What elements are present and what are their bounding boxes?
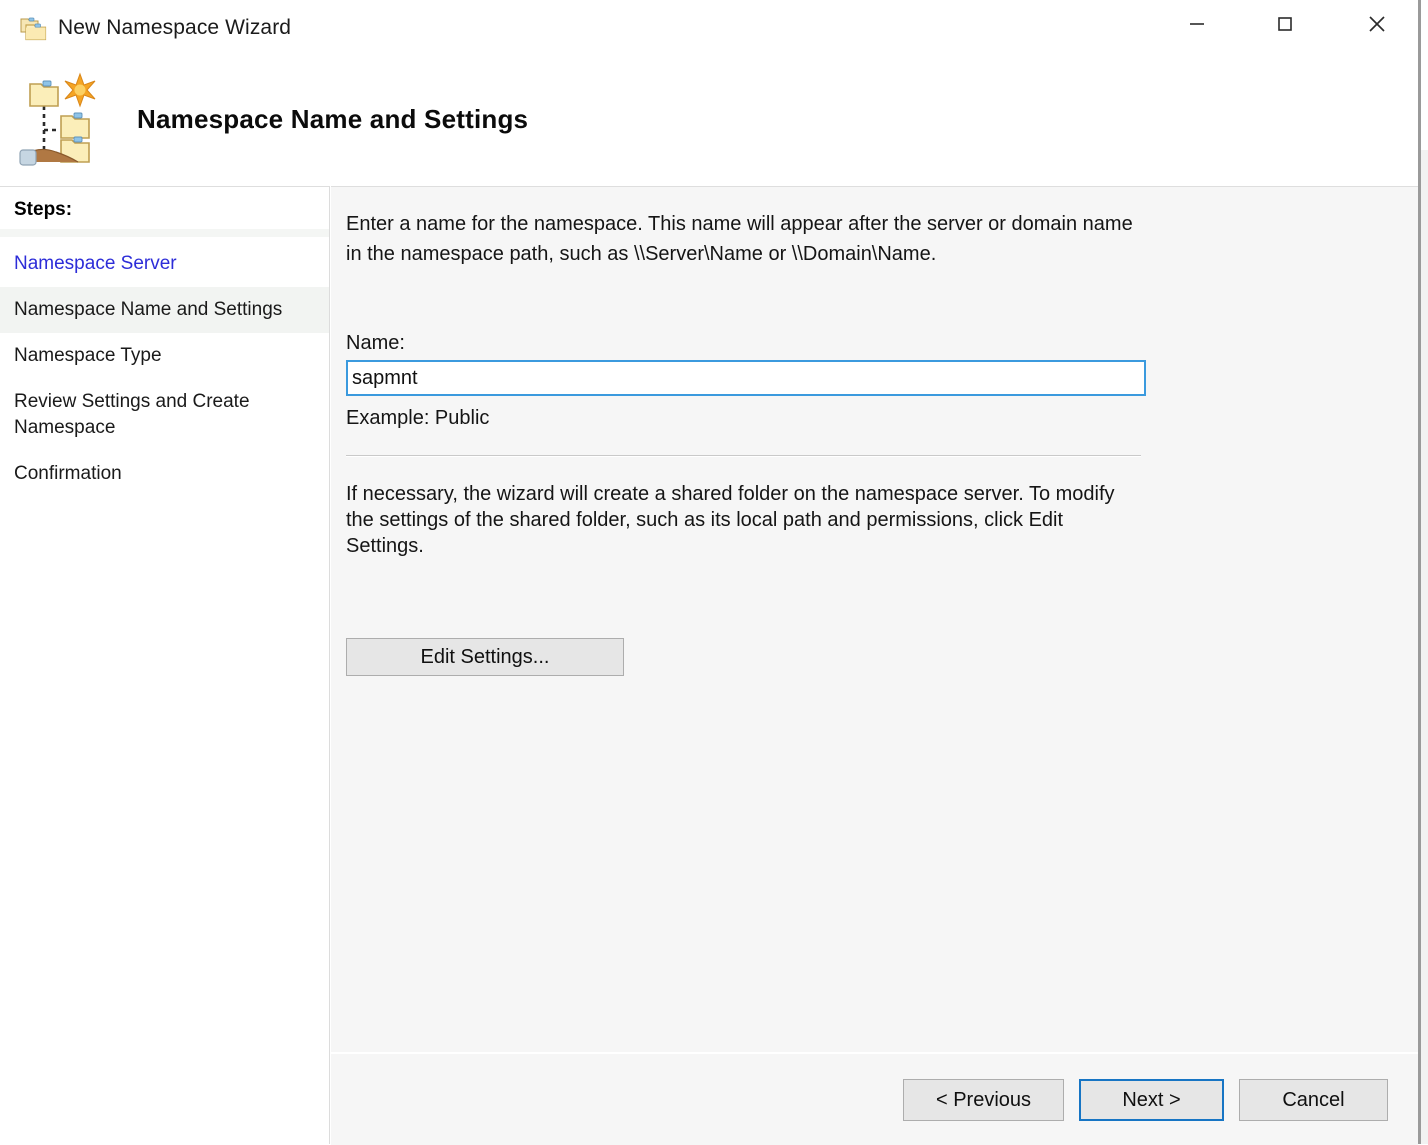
namespace-name-input[interactable] [346, 360, 1146, 396]
sidebar-item-review-settings-and-create-namespace: Review Settings and Create Namespace [14, 391, 250, 438]
steps-divider [0, 229, 329, 237]
wizard-footer: < Previous Next > Cancel [331, 1052, 1418, 1144]
example-hint: Example: Public [346, 407, 490, 429]
name-field-label: Name: [346, 332, 405, 354]
window-title: New Namespace Wizard [58, 16, 292, 39]
section-divider [346, 455, 1141, 456]
background-window-sliver [1419, 0, 1428, 1144]
dialog-right-edge [1419, 0, 1421, 1144]
next-button[interactable]: Next > [1079, 1079, 1224, 1121]
previous-button[interactable]: < Previous [903, 1079, 1064, 1121]
sidebar-item-confirmation: Confirmation [14, 463, 122, 484]
namespace-tree-share-icon [14, 68, 110, 168]
shared-folder-description: If necessary, the wizard will create a s… [346, 483, 1115, 557]
maximize-button[interactable] [1253, 0, 1317, 48]
maximize-icon [1278, 17, 1292, 31]
steps-list: Namespace Server Namespace Name and Sett… [0, 241, 329, 497]
sidebar-item-namespace-name-and-settings[interactable]: Namespace Name and Settings [0, 287, 329, 333]
minimize-icon [1190, 23, 1204, 25]
wizard-header: Namespace Name and Settings [0, 60, 1418, 186]
content-pane: Enter a name for the namespace. This nam… [331, 186, 1418, 1145]
new-namespace-wizard-dialog: New Namespace Wizard Namespace Name and … [0, 0, 1419, 1145]
edit-settings-button[interactable]: Edit Settings... [346, 638, 624, 676]
steps-sidebar: Steps: Namespace Server Namespace Name a… [0, 186, 330, 1144]
page-title: Namespace Name and Settings [137, 104, 529, 134]
sidebar-item-namespace-server[interactable]: Namespace Server [0, 241, 329, 287]
close-icon [1369, 16, 1385, 32]
title-bar: New Namespace Wizard [0, 0, 1418, 60]
close-button[interactable] [1345, 0, 1409, 48]
cancel-button[interactable]: Cancel [1239, 1079, 1388, 1121]
minimize-button[interactable] [1165, 0, 1229, 48]
intro-description: Enter a name for the namespace. This nam… [346, 213, 1133, 265]
namespace-folders-icon [20, 15, 50, 43]
wizard-body: Steps: Namespace Server Namespace Name a… [0, 186, 1418, 1145]
steps-heading: Steps: [14, 199, 73, 220]
sidebar-item-namespace-type: Namespace Type [14, 345, 162, 366]
